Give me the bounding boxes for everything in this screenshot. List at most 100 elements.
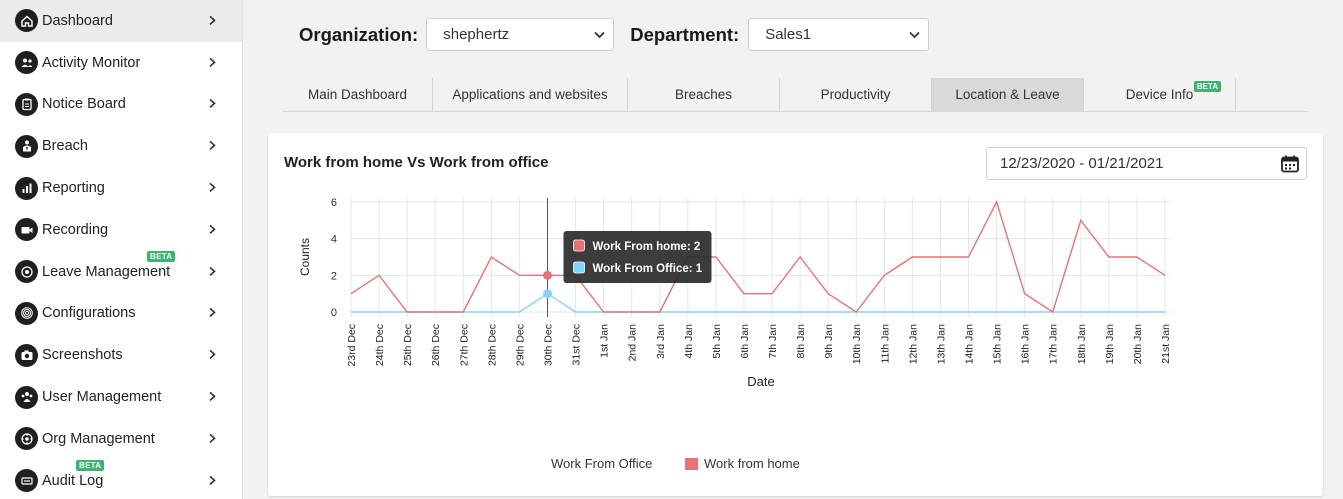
tab-label: Productivity [820,87,891,102]
hover-point-office [542,289,552,299]
sidebar: Dashboard Activity Monitor Notice Board Bre… [0,0,243,499]
y-axis-label: Counts [298,238,312,276]
tab-location-leave[interactable]: Location & Leave [932,78,1084,111]
sidebar-item-screenshots[interactable]: Screenshots [0,334,242,376]
x-tick-label: 9th Jan [823,324,835,359]
x-tick-label: 31st Dec [571,324,583,365]
x-tick-label: 20th Jan [1132,324,1144,364]
organization-label: Organization: [299,23,419,45]
tab-label: Location & Leave [955,87,1060,102]
sidebar-item-label: Screenshots [42,347,123,364]
chart-tooltip [563,231,712,283]
x-tick-label: 30th Dec [542,324,554,366]
chevron-right-icon [209,391,216,402]
x-tick-label: 29th Dec [514,324,526,366]
x-tick-label: 23rd Dec [346,324,358,367]
camera-icon [15,343,38,367]
x-tick-label: 4th Jan [683,324,695,359]
wfh-wfo-line-chart: 0 2 4 6 23rd Dec 24th Dec 25th Dec 26th Dec 27th… [298,197,1172,471]
log-icon [15,469,38,493]
x-tick-label: 8th Jan [795,324,807,359]
sidebar-item-configurations[interactable]: Configurations [0,293,242,335]
x-tick-label: 10th Jan [851,324,863,364]
tab-breaches[interactable]: Breaches [628,78,780,111]
sidebar-item-activity-monitor[interactable]: Activity Monitor [0,42,242,84]
sidebar-item-leave-management[interactable]: Leave Management BETA [0,250,242,293]
tooltip-swatch [573,261,585,274]
x-tick-label: 6th Jan [739,324,751,359]
x-tick-label: 14th Jan [964,324,976,364]
sidebar-item-label: Recording [42,221,109,238]
y-tick-label: 0 [331,307,337,319]
sidebar-item-label: Audit Log [42,472,104,489]
beta-badge: BETA [147,250,176,262]
sidebar-item-dashboard[interactable]: Dashboard [0,0,242,42]
user-group-icon [15,385,38,409]
sidebar-item-recording[interactable]: Recording [0,209,242,251]
chevron-right-icon [209,433,216,443]
chevron-right-icon [209,57,216,67]
sidebar-item-audit-log[interactable]: Audit Log BETA [0,459,242,499]
chevron-right-icon [209,308,216,318]
sidebar-item-label: User Management [42,389,162,406]
organization-select-value: shephertz [443,26,510,43]
filter-bar: Organization: shephertz Department: Sale… [299,18,930,51]
x-tick-label: 25th Dec [402,324,414,366]
chevron-down-icon [594,31,605,39]
chevron-right-icon [209,224,216,234]
sidebar-item-user-management[interactable]: User Management [0,376,242,418]
x-tick-label: 18th Jan [1076,324,1088,364]
video-camera-icon [15,218,38,242]
users-icon [15,51,38,75]
clipboard-icon [15,92,38,116]
chevron-down-icon [909,31,920,39]
sidebar-item-label: Notice Board [42,96,126,113]
tooltip-swatch [573,239,585,252]
dashboard-tabs: Main Dashboard Applications and websites B… [283,78,1308,112]
x-tick-label: 28th Dec [486,324,498,366]
x-tick-label: 21st Jan [1160,324,1172,364]
beta-badge: BETA [76,459,105,471]
x-tick-label: 16th Jan [1020,324,1032,364]
sidebar-item-reporting[interactable]: Reporting [0,167,242,209]
series-line-work-from-home [350,200,1166,314]
chevron-right-icon [209,266,216,276]
sidebar-item-org-management[interactable]: Org Management [0,418,242,460]
legend-label-home: Work from home [704,456,800,471]
sidebar-item-label: Activity Monitor [42,54,141,71]
tab-device-info[interactable]: Device Info BETA [1084,78,1236,111]
department-select-value: Sales1 [765,26,812,43]
chevron-right-icon [209,15,216,25]
sidebar-item-label: Dashboard [42,12,113,29]
x-tick-label: 27th Dec [458,324,470,366]
tab-main-dashboard[interactable]: Main Dashboard [283,78,433,111]
organization-select[interactable]: shephertz [426,18,615,51]
x-axis-label: Date [747,374,774,389]
chevron-right-icon [209,182,216,193]
sidebar-item-notice-board[interactable]: Notice Board [0,84,242,126]
x-tick-label: 7th Jan [767,324,779,359]
legend-swatch-home [685,458,698,470]
org-icon [15,427,38,451]
x-tick-label: 17th Jan [1048,324,1060,364]
tab-productivity[interactable]: Productivity [780,78,932,111]
x-tick-label: 15th Jan [992,324,1004,364]
y-tick-label: 4 [331,234,337,246]
tab-applications-and-websites[interactable]: Applications and websites [433,78,628,111]
tooltip-line: Work From home: 2 [592,241,700,253]
x-tick-label: 2nd Jan [627,324,639,362]
department-select[interactable]: Sales1 [748,18,930,51]
y-tick-label: 6 [331,197,337,209]
sidebar-item-breach[interactable]: Breach [0,125,242,167]
fingerprint-icon [15,301,38,325]
tab-label: Applications and websites [452,87,608,102]
legend-label-office: Work From Office [551,456,652,471]
beta-badge: BETA [1193,81,1221,92]
tab-label: Device Info [1125,87,1194,102]
x-tick-label: 1st Jan [599,324,611,358]
x-tick-label: 13th Jan [935,324,947,364]
sidebar-item-label: Leave Management [42,263,171,280]
target-icon [15,260,38,284]
x-tick-label: 3rd Jan [655,324,667,359]
home-icon [15,9,38,33]
